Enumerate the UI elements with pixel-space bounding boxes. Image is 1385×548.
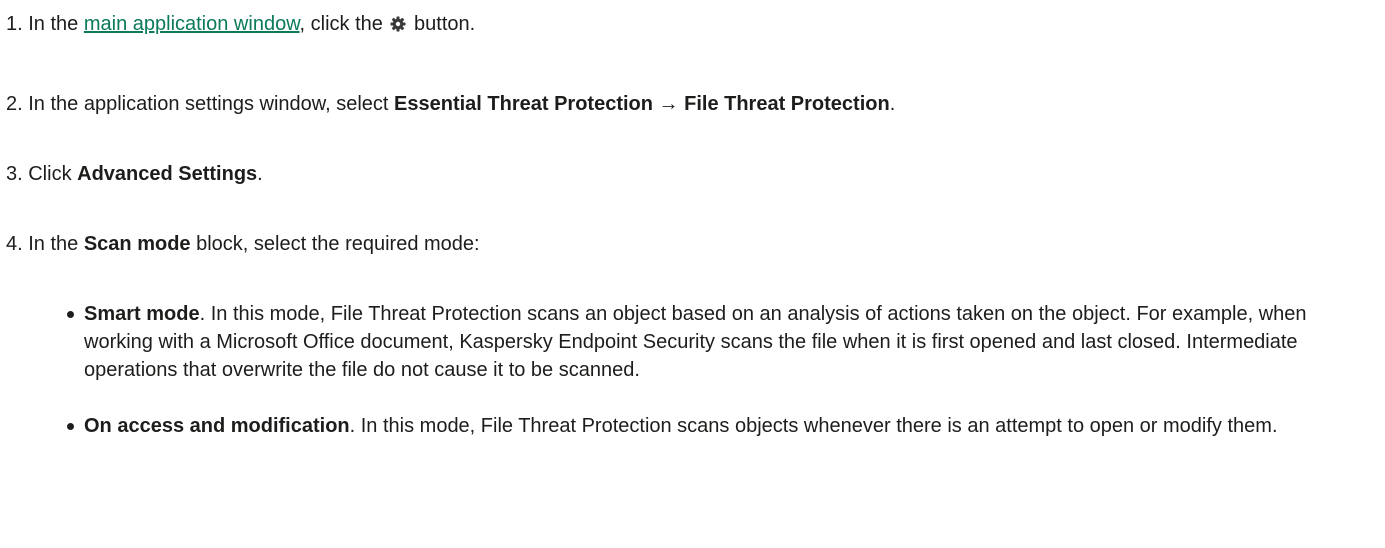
scan-mode-list: Smart mode. In this mode, File Threat Pr… <box>64 300 1369 468</box>
step-2-text-after: . <box>889 93 896 115</box>
step-3-text-after: . <box>257 163 263 185</box>
step-4-text-after: block, select the required mode: <box>190 233 480 255</box>
step-4-text-before: 4. In the <box>6 233 84 255</box>
gear-icon <box>390 16 406 32</box>
step-1-text-after: button. <box>408 13 476 35</box>
list-item-on-access-and-modification: On access and modification. In this mode… <box>64 412 1369 440</box>
step-1-text-middle: , click the <box>299 13 389 35</box>
bullet-icon <box>67 311 74 318</box>
mode-title: Smart mode <box>84 303 200 325</box>
step-3: 3. Click Advanced Settings. <box>6 160 1375 188</box>
list-item-smart-mode: Smart mode. In this mode, File Threat Pr… <box>64 300 1369 384</box>
step-3-text-before: 3. Click <box>6 163 78 185</box>
advanced-settings-label: Advanced Settings <box>77 163 258 185</box>
mode-title: On access and modification <box>84 415 350 437</box>
mode-description: . In this mode, File Threat Protection s… <box>349 415 1278 437</box>
help-article: 1. In the main application window, click… <box>0 0 1385 548</box>
bullet-icon <box>67 423 74 430</box>
step-1: 1. In the main application window, click… <box>6 10 1375 38</box>
scan-mode-label: Scan mode <box>83 233 191 255</box>
step-1-text-before: 1. In the <box>6 13 84 35</box>
step-2: 2. In the application settings window, s… <box>6 90 1375 118</box>
step-2-arrow: → <box>652 93 685 115</box>
mode-description: . In this mode, File Threat Protection s… <box>84 303 1307 381</box>
file-threat-protection-label: File Threat Protection <box>684 93 890 115</box>
essential-threat-protection-label: Essential Threat Protection <box>394 93 653 115</box>
main-application-window-link[interactable]: main application window <box>84 13 300 35</box>
step-2-text-before: 2. In the application settings window, s… <box>6 93 395 115</box>
step-4: 4. In the Scan mode block, select the re… <box>6 230 1375 258</box>
